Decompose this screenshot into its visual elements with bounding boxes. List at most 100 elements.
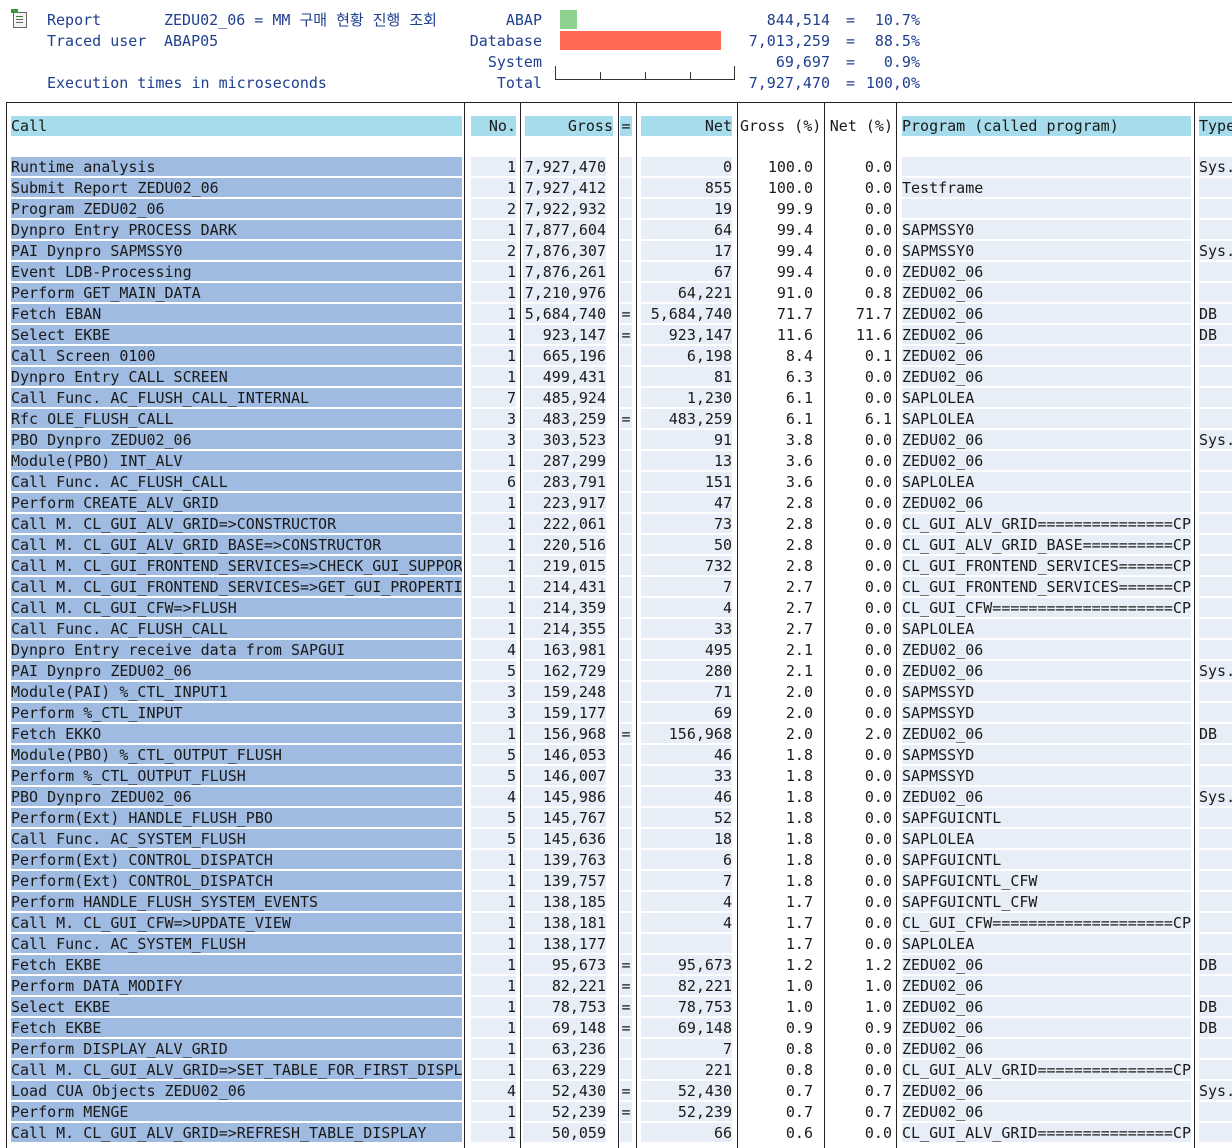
no-cell: 1 xyxy=(471,1123,516,1142)
net-cell: 82,221 xyxy=(641,976,732,995)
table-row[interactable]: Perform CREATE_ALV_GRID 1 223,917 47 2.8 0.0 Z… xyxy=(7,493,1232,514)
no-cell: 1 xyxy=(471,493,516,512)
table-row[interactable]: Call M. CL_GUI_CFW=>FLUSH 1 214,359 4 2.7 0.0… xyxy=(7,598,1232,619)
program-cell: Testframe xyxy=(902,178,1191,197)
no-cell: 1 xyxy=(471,913,516,932)
table-row[interactable]: Fetch EKKO 1 156,968 = 156,968 2.0 2.0 ZEDU02_0… xyxy=(7,724,1232,745)
table-row[interactable]: Call Func. AC_FLUSH_CALL_INTERNAL 7 485,92… xyxy=(7,388,1232,409)
table-row[interactable]: Module(PBO) INT_ALV 1 287,299 13 3.6 0.0 ZEDU0… xyxy=(7,451,1232,472)
eq-cell xyxy=(620,556,632,575)
type-cell: DB xyxy=(1199,1018,1232,1037)
table-row[interactable]: Perform MENGE 1 52,239 = 52,239 0.7 0.7 ZEDU02_… xyxy=(7,1102,1232,1123)
type-cell xyxy=(1199,514,1232,533)
eq-cell: = xyxy=(620,997,632,1016)
no-cell: 2 xyxy=(471,199,516,218)
call-cell: Perform %_CTL_OUTPUT_FLUSH xyxy=(11,766,462,785)
document-icon[interactable] xyxy=(11,9,27,28)
table-row[interactable]: Event LDB-Processing 1 7,876,261 67 99.4 0.0 Z… xyxy=(7,262,1232,283)
gross-pct-cell: 100.0 xyxy=(767,158,813,176)
table-row[interactable]: Call Func. AC_SYSTEM_FLUSH 1 138,177 1.7 0.0… xyxy=(7,934,1232,955)
table-row[interactable]: Dynpro Entry PROCESS DARK 1 7,877,604 64 99.… xyxy=(7,220,1232,241)
table-row[interactable]: Module(PBO) %_CTL_OUTPUT_FLUSH 5 146,053 46… xyxy=(7,745,1232,766)
table-row[interactable]: Call M. CL_GUI_FRONTEND_SERVICES=>GET_GU… xyxy=(7,577,1232,598)
hit-list-table[interactable]: Call No. Gross = Net Gross (%) Net (%) P… xyxy=(6,102,1232,1148)
net-pct-cell: 0.0 xyxy=(864,1061,892,1079)
type-cell: Sys. xyxy=(1199,241,1232,260)
table-row[interactable]: PBO Dynpro ZEDU02_06 4 145,986 46 1.8 0.0 ZEDU… xyxy=(7,787,1232,808)
table-row[interactable]: Call Func. AC_FLUSH_CALL 6 283,791 151 3.6 0.… xyxy=(7,472,1232,493)
net-cell: 6,198 xyxy=(641,346,732,365)
table-row[interactable]: Call Func. AC_SYSTEM_FLUSH 5 145,636 18 1.8 0… xyxy=(7,829,1232,850)
table-row[interactable]: Call M. CL_GUI_FRONTEND_SERVICES=>CHECK_… xyxy=(7,556,1232,577)
table-row[interactable]: PAI Dynpro SAPMSSY0 2 7,876,307 17 99.4 0.0 SA… xyxy=(7,241,1232,262)
table-row[interactable]: Call Func. AC_FLUSH_CALL 1 214,355 33 2.7 0.0… xyxy=(7,619,1232,640)
table-row[interactable]: Call M. CL_GUI_ALV_GRID=>REFRESH_TABLE_D… xyxy=(7,1123,1232,1144)
table-row[interactable]: Fetch EKBE 1 69,148 = 69,148 0.9 0.9 ZEDU02_06 D… xyxy=(7,1018,1232,1039)
eq-cell xyxy=(620,745,632,764)
gross-pct-cell: 0.8 xyxy=(785,1040,813,1058)
col-header-eq[interactable]: = xyxy=(620,116,632,136)
program-cell: ZEDU02_06 xyxy=(902,346,1191,365)
table-row[interactable]: Perform HANDLE_FLUSH_SYSTEM_EVENTS 1 138,1… xyxy=(7,892,1232,913)
type-cell xyxy=(1199,745,1232,764)
program-cell: ZEDU02_06 xyxy=(902,1102,1191,1121)
table-row[interactable]: Perform DISPLAY_ALV_GRID 1 63,236 7 0.8 0.0 ZE… xyxy=(7,1039,1232,1060)
share-axis xyxy=(555,66,735,80)
col-header-gross[interactable]: Gross xyxy=(525,116,613,136)
gross-pct-cell: 11.6 xyxy=(776,326,813,344)
gross-pct-cell: 6.1 xyxy=(785,410,813,428)
table-row[interactable]: Perform GET_MAIN_DATA 1 7,210,976 64,221 91.… xyxy=(7,283,1232,304)
col-header-gross-pct[interactable]: Gross (%) xyxy=(740,116,820,136)
table-row[interactable]: Dynpro Entry CALL SCREEN 1 499,431 81 6.3 0.0… xyxy=(7,367,1232,388)
gross-pct-cell: 1.8 xyxy=(785,851,813,869)
net-pct-cell: 0.0 xyxy=(864,515,892,533)
table-row[interactable]: Load CUA Objects ZEDU02_06 4 52,430 = 52,430… xyxy=(7,1081,1232,1102)
net-pct-cell: 0.0 xyxy=(864,620,892,638)
type-cell xyxy=(1199,367,1232,386)
table-row[interactable]: PBO Dynpro ZEDU02_06 3 303,523 91 3.8 0.0 ZEDU… xyxy=(7,430,1232,451)
table-row[interactable]: Perform DATA_MODIFY 1 82,221 = 82,221 1.0 1.0 Z… xyxy=(7,976,1232,997)
stat-value-system: 69,697 xyxy=(775,53,830,71)
gross-pct-cell: 1.8 xyxy=(785,872,813,890)
table-row[interactable]: Perform(Ext) HANDLE_FLUSH_PBO 5 145,767 52 1… xyxy=(7,808,1232,829)
table-row[interactable]: Call Screen 0100 1 665,196 6,198 8.4 0.1 ZEDU0… xyxy=(7,346,1232,367)
database-share-bar xyxy=(560,31,721,50)
table-row[interactable]: Call M. CL_GUI_CFW=>UPDATE_VIEW 1 138,181 4… xyxy=(7,913,1232,934)
table-row[interactable]: Runtime analysis 1 7,927,470 0 100.0 0.0 Sys. xyxy=(7,157,1232,178)
eq-cell xyxy=(620,220,632,239)
table-row[interactable]: Call M. CL_GUI_ALV_GRID=>SET_TABLE_FOR_F… xyxy=(7,1060,1232,1081)
table-row[interactable]: Rfc OLE_FLUSH_CALL 3 483,259 = 483,259 6.1 6.1… xyxy=(7,409,1232,430)
col-header-net[interactable]: Net xyxy=(641,116,732,136)
table-row[interactable]: Module(PAI) %_CTL_INPUT1 3 159,248 71 2.0 0.0… xyxy=(7,682,1232,703)
net-pct-cell: 0.0 xyxy=(864,683,892,701)
net-cell: 4 xyxy=(641,598,732,617)
table-row[interactable]: Select EKBE 1 78,753 = 78,753 1.0 1.0 ZEDU02_06… xyxy=(7,997,1232,1018)
net-pct-cell: 0.0 xyxy=(864,557,892,575)
type-cell xyxy=(1199,535,1232,554)
table-row[interactable]: Program ZEDU02_06 2 7,922,932 19 99.9 0.0 xyxy=(7,199,1232,220)
col-header-call[interactable]: Call xyxy=(11,116,462,136)
col-header-no[interactable]: No. xyxy=(471,116,516,136)
table-row[interactable]: Submit Report ZEDU02_06 1 7,927,412 855 100.… xyxy=(7,178,1232,199)
table-row[interactable]: Perform(Ext) CONTROL_DISPATCH 1 139,757 7 1.… xyxy=(7,871,1232,892)
net-pct-cell: 0.0 xyxy=(864,452,892,470)
gross-cell: 665,196 xyxy=(523,346,606,365)
program-cell: SAPLOLEA xyxy=(902,409,1191,428)
net-cell: 18 xyxy=(641,829,732,848)
col-header-net-pct[interactable]: Net (%) xyxy=(829,116,893,136)
no-cell: 4 xyxy=(471,640,516,659)
eq-cell xyxy=(620,388,632,407)
table-row[interactable]: Dynpro Entry receive data from SAPGUI 4 16… xyxy=(7,640,1232,661)
table-row[interactable]: Fetch EBAN 1 5,684,740 = 5,684,740 71.7 71.7 ZE… xyxy=(7,304,1232,325)
table-row[interactable]: Select EKBE 1 923,147 = 923,147 11.6 11.6 ZEDU0… xyxy=(7,325,1232,346)
col-header-program[interactable]: Program (called program) xyxy=(902,116,1191,136)
table-row[interactable]: Perform %_CTL_OUTPUT_FLUSH 5 146,007 33 1.8 0… xyxy=(7,766,1232,787)
table-row[interactable]: Perform(Ext) CONTROL_DISPATCH 1 139,763 6 1.… xyxy=(7,850,1232,871)
col-header-type[interactable]: Type xyxy=(1199,116,1232,136)
table-row[interactable]: PAI Dynpro ZEDU02_06 5 162,729 280 2.1 0.0 ZED… xyxy=(7,661,1232,682)
table-row[interactable]: Fetch EKBE 1 95,673 = 95,673 1.2 1.2 ZEDU02_06 D… xyxy=(7,955,1232,976)
program-cell: ZEDU02_06 xyxy=(902,976,1191,995)
table-row[interactable]: Perform %_CTL_INPUT 3 159,177 69 2.0 0.0 SAPMS… xyxy=(7,703,1232,724)
table-row[interactable]: Call M. CL_GUI_ALV_GRID=>CONSTRUCTOR 1 222… xyxy=(7,514,1232,535)
table-row[interactable]: Call M. CL_GUI_ALV_GRID_BASE=>CONSTRUCTO… xyxy=(7,535,1232,556)
